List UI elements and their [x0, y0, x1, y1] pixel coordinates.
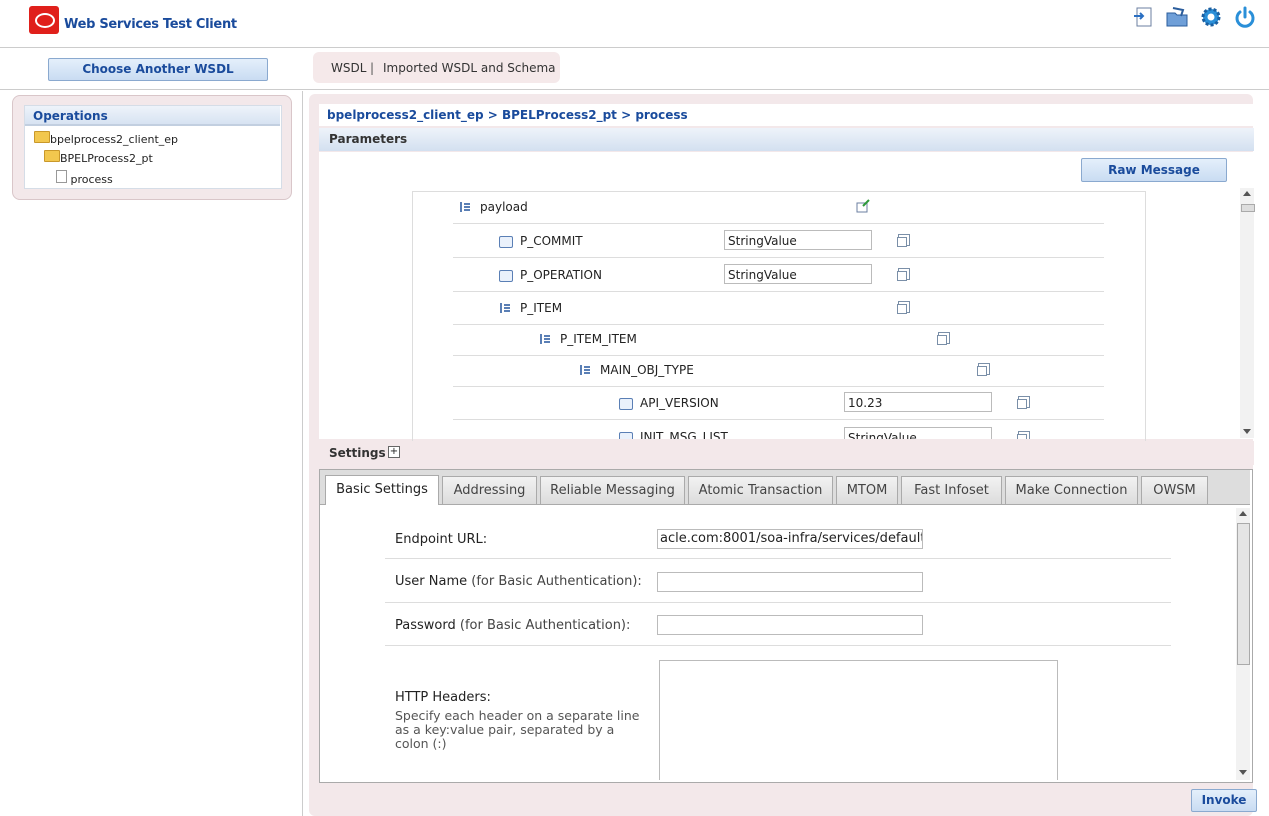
p-commit-input[interactable]: StringValue: [724, 230, 872, 250]
settings-gear-icon[interactable]: [1199, 5, 1223, 29]
tab-wsdl[interactable]: WSDL: [331, 61, 366, 75]
field-icon: [619, 398, 633, 410]
tab-atomic-transaction[interactable]: Atomic Transaction: [688, 476, 833, 504]
folder-icon: [44, 150, 60, 162]
field-icon: [499, 270, 513, 282]
panel-divider[interactable]: [302, 91, 303, 816]
scroll-up-icon[interactable]: [1239, 511, 1247, 516]
add-element-icon[interactable]: [1017, 434, 1027, 439]
scroll-thumb[interactable]: [1241, 204, 1255, 212]
password-input[interactable]: [657, 615, 923, 635]
parameters-title: Parameters: [329, 132, 408, 146]
add-element-icon[interactable]: [897, 237, 907, 247]
param-row-api-version: API_VERSION 10.23: [453, 386, 1104, 420]
tab-mtom[interactable]: MTOM: [836, 476, 898, 504]
add-element-icon[interactable]: [977, 366, 987, 376]
edit-xml-icon[interactable]: [856, 199, 870, 213]
param-row-init-msg-list: INIT_MSG_LIST StringValue: [453, 419, 1104, 439]
tab-imported-wsdl[interactable]: Imported WSDL and Schema: [383, 61, 556, 75]
tab-basic-settings[interactable]: Basic Settings: [325, 475, 439, 505]
structure-icon: [460, 202, 472, 212]
breadcrumb: bpelprocess2_client_ep > BPELProcess2_pt…: [319, 104, 1254, 126]
add-element-icon[interactable]: [937, 335, 947, 345]
tab-fast-infoset[interactable]: Fast Infoset: [901, 476, 1002, 504]
parameters-scrollbar[interactable]: [1240, 188, 1255, 438]
add-element-icon[interactable]: [897, 304, 907, 314]
export-icon[interactable]: [1131, 5, 1155, 29]
add-element-icon[interactable]: [1017, 399, 1027, 409]
field-icon: [499, 236, 513, 248]
tab-separator: |: [370, 61, 375, 75]
tree-item-client-ep[interactable]: bpelprocess2_client_ep: [34, 131, 178, 146]
settings-title: Settings: [329, 446, 386, 460]
choose-another-wsdl-button[interactable]: Choose Another WSDL: [48, 58, 268, 81]
tab-reliable-messaging[interactable]: Reliable Messaging: [540, 476, 685, 504]
scroll-thumb[interactable]: [1237, 523, 1250, 665]
param-row-p-operation: P_OPERATION StringValue: [453, 258, 1104, 292]
settings-header: Settings: [319, 441, 1254, 465]
api-version-input[interactable]: 10.23: [844, 392, 992, 412]
tree-item-process[interactable]: process: [56, 170, 113, 186]
field-icon: [619, 432, 633, 439]
param-row-p-item: P_ITEM: [453, 291, 1104, 325]
document-icon: [56, 170, 67, 183]
app-title: Web Services Test Client: [64, 17, 237, 32]
init-msg-list-input[interactable]: StringValue: [844, 427, 992, 439]
endpoint-label: Endpoint URL:: [395, 532, 488, 547]
expand-plus-icon[interactable]: +: [388, 446, 400, 458]
invoke-button[interactable]: Invoke: [1191, 789, 1257, 812]
add-element-icon[interactable]: [897, 271, 907, 281]
settings-scrollbar[interactable]: [1236, 508, 1250, 780]
tree-item-bpelprocess-pt[interactable]: BPELProcess2_pt: [44, 150, 153, 165]
operations-title: Operations: [25, 106, 280, 126]
folder-icon: [34, 131, 50, 143]
breadcrumb-text[interactable]: bpelprocess2_client_ep > BPELProcess2_pt…: [327, 108, 688, 122]
tab-make-connection[interactable]: Make Connection: [1005, 476, 1138, 504]
wsdl-tabs: WSDL | Imported WSDL and Schema: [313, 52, 560, 83]
structure-icon: [500, 303, 512, 313]
structure-icon: [580, 365, 592, 375]
structure-icon: [540, 334, 552, 344]
http-headers-textarea[interactable]: [659, 660, 1058, 780]
username-row: User Name (for Basic Authentication):: [385, 560, 1171, 603]
tab-addressing[interactable]: Addressing: [442, 476, 537, 504]
username-label: User Name (for Basic Authentication):: [395, 574, 642, 589]
tab-owsm[interactable]: OWSM: [1141, 476, 1208, 504]
password-row: Password (for Basic Authentication):: [385, 604, 1171, 646]
password-label: Password (for Basic Authentication):: [395, 618, 631, 633]
p-operation-input[interactable]: StringValue: [724, 264, 872, 284]
open-folder-icon[interactable]: [1165, 5, 1189, 29]
scroll-up-icon[interactable]: [1243, 191, 1251, 196]
param-row-main-obj-type: MAIN_OBJ_TYPE: [453, 353, 1104, 387]
scroll-down-icon[interactable]: [1239, 770, 1247, 775]
oracle-logo: [29, 6, 59, 34]
raw-message-button[interactable]: Raw Message: [1081, 158, 1227, 182]
endpoint-url-input[interactable]: acle.com:8001/soa-infra/services/default…: [657, 529, 923, 549]
parameters-header: Parameters: [319, 128, 1254, 151]
param-row-payload: payload: [453, 190, 1104, 224]
http-headers-label: HTTP Headers:: [395, 690, 491, 705]
param-row-p-commit: P_COMMIT StringValue: [453, 224, 1104, 258]
param-row-p-item-item: P_ITEM_ITEM: [453, 322, 1104, 356]
http-headers-help: Specify each header on a separate line a…: [395, 708, 640, 751]
endpoint-row: Endpoint URL: acle.com:8001/soa-infra/se…: [385, 520, 1171, 559]
username-input[interactable]: [657, 572, 923, 592]
power-icon[interactable]: [1233, 5, 1257, 29]
scroll-down-icon[interactable]: [1243, 429, 1251, 434]
